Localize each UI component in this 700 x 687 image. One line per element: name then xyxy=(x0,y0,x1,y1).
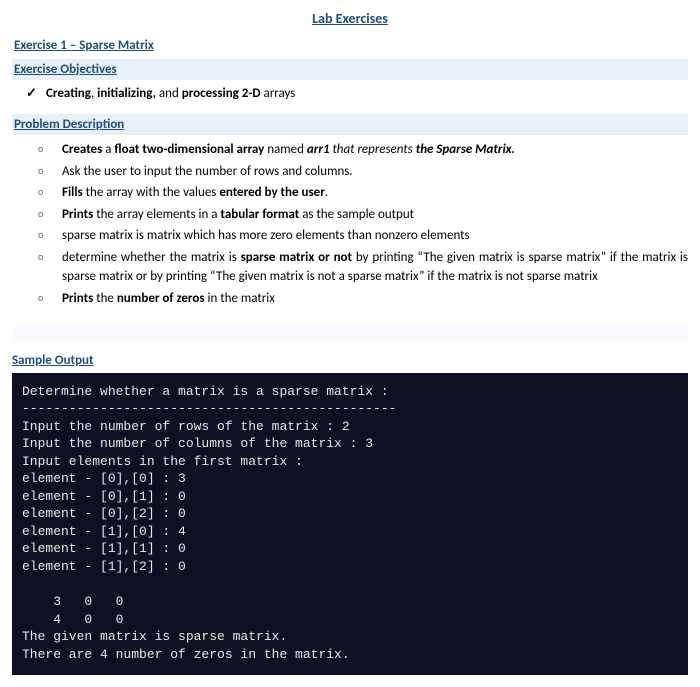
exercise-heading: Exercise 1 – Sparse Matrix xyxy=(12,35,688,57)
item-text: Creates a float two-dimensional array na… xyxy=(62,142,515,157)
item-text: sparse matrix is matrix which has more z… xyxy=(62,228,470,243)
list-item: o determine whether the matrix is sparse … xyxy=(12,247,688,288)
list-item: o Prints the array elements in a tabular … xyxy=(12,204,688,226)
item-text: determine whether the matrix is sparse m… xyxy=(62,250,688,285)
spacer-bar xyxy=(12,327,688,343)
objective-text: Creating, initializing, and processing 2… xyxy=(46,86,295,101)
list-item: o Prints the number of zeros in the matri… xyxy=(12,288,688,310)
terminal-output: Determine whether a matrix is a sparse m… xyxy=(12,373,688,676)
page-title: Lab Exercises xyxy=(12,8,688,29)
sample-output-heading: Sample Output xyxy=(12,349,688,373)
list-item: o Creates a float two-dimensional array n… xyxy=(12,139,688,161)
bullet-icon: o xyxy=(38,184,43,199)
bullet-icon: o xyxy=(38,141,43,156)
bullet-icon: o xyxy=(38,290,43,305)
objectives-heading: Exercise Objectives xyxy=(12,59,688,81)
list-item: o sparse matrix is matrix which has more … xyxy=(12,225,688,247)
bullet-icon: o xyxy=(38,163,43,178)
objective-line: ✓ Creating, initializing, and processing… xyxy=(12,80,688,112)
item-text: Ask the user to input the number of rows… xyxy=(62,164,353,179)
bullet-icon: o xyxy=(38,227,43,242)
bullet-icon: o xyxy=(38,206,43,221)
problem-heading: Problem Description xyxy=(12,114,688,136)
list-item: o Fills the array with the values entered… xyxy=(12,182,688,204)
problem-description-list: o Creates a float two-dimensional array n… xyxy=(12,135,688,323)
list-item: o Ask the user to input the number of row… xyxy=(12,161,688,183)
item-text: Fills the array with the values entered … xyxy=(62,185,328,200)
item-text: Prints the array elements in a tabular f… xyxy=(62,207,414,222)
item-text: Prints the number of zeros in the matrix xyxy=(62,291,275,306)
check-icon: ✓ xyxy=(26,84,37,104)
bullet-icon: o xyxy=(38,249,43,264)
